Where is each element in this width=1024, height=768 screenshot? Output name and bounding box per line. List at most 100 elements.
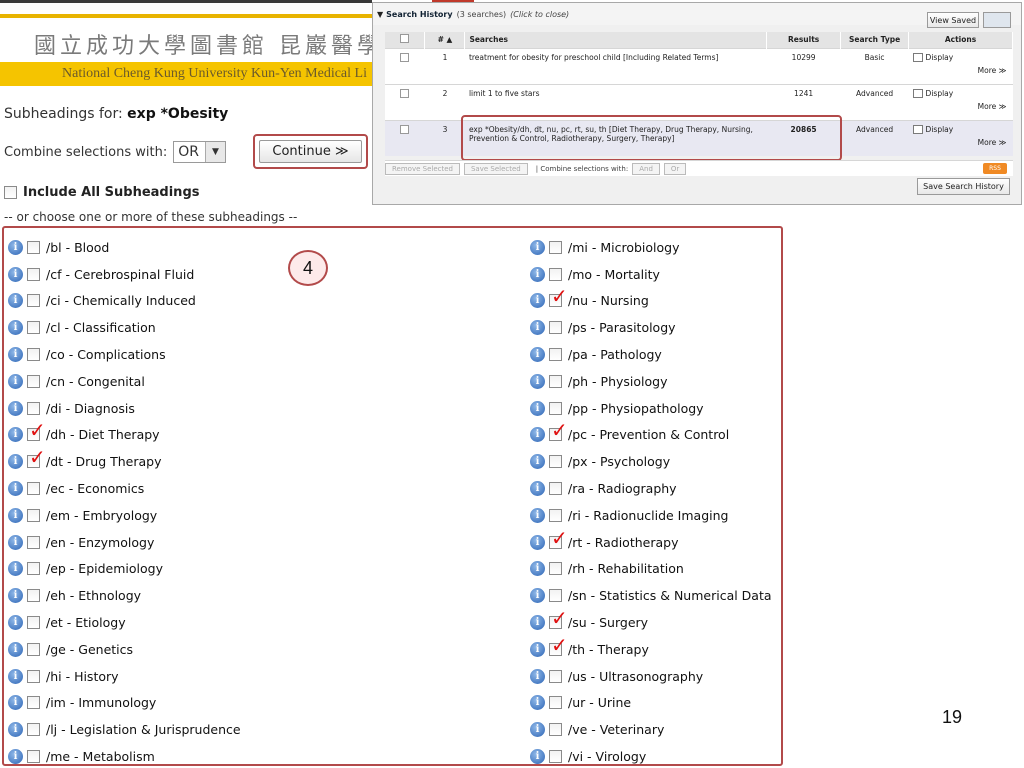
subheading-item[interactable]: i/ec - Economics (8, 475, 241, 502)
subheading-checkbox[interactable] (27, 374, 40, 388)
subheading-item[interactable]: i/bl - Blood (8, 234, 241, 261)
subheading-checkbox[interactable] (27, 267, 40, 281)
info-icon[interactable]: i (530, 400, 545, 416)
info-icon[interactable]: i (530, 507, 545, 523)
subheading-checkbox[interactable] (549, 267, 562, 281)
info-icon[interactable]: i (530, 722, 545, 738)
subheading-checkbox[interactable]: ✓ (549, 528, 568, 549)
subheading-item[interactable]: i/eh - Ethnology (8, 582, 241, 609)
subheading-checkbox[interactable] (27, 750, 40, 764)
info-icon[interactable]: i (530, 293, 545, 309)
subheading-item[interactable]: i ✓/pc - Prevention & Control (530, 420, 772, 449)
subheading-checkbox[interactable]: ✓ (549, 635, 568, 656)
info-icon[interactable]: i (530, 695, 545, 711)
subheading-item[interactable]: i ✓/nu - Nursing (530, 286, 772, 315)
include-all-checkbox[interactable] (4, 186, 17, 199)
subheading-item[interactable]: i ✓/su - Surgery (530, 608, 772, 636)
subheading-checkbox[interactable]: ✓ (549, 608, 568, 630)
subheading-checkbox[interactable] (27, 535, 40, 549)
info-icon[interactable]: i (8, 641, 23, 657)
more-link[interactable]: More ≫ (913, 138, 1009, 147)
remove-selected-button[interactable]: Remove Selected (385, 162, 460, 175)
display-link[interactable]: Display (912, 88, 1009, 98)
save-search-history-button[interactable]: Save Search History (917, 178, 1010, 195)
subheading-checkbox[interactable] (549, 562, 562, 576)
subheading-checkbox[interactable] (27, 321, 40, 335)
subheading-item[interactable]: i ✓/rt - Radiotherapy (530, 528, 772, 556)
subheading-checkbox[interactable] (27, 240, 40, 254)
select-all-header[interactable] (385, 32, 426, 48)
subheading-checkbox[interactable]: ✓ (27, 420, 46, 442)
subheading-checkbox[interactable] (27, 508, 40, 522)
info-icon[interactable]: i (8, 454, 23, 470)
subheading-item[interactable]: i/ps - Parasitology (530, 314, 772, 341)
info-icon[interactable]: i (8, 427, 23, 443)
rss-icon[interactable]: RSS (983, 163, 1007, 174)
info-icon[interactable]: i (530, 641, 545, 657)
subheading-item[interactable]: i ✓/th - Therapy (530, 635, 772, 663)
continue-button[interactable]: Continue ≫ (259, 140, 362, 163)
info-icon[interactable]: i (8, 400, 23, 416)
info-icon[interactable]: i (530, 373, 545, 389)
subheading-checkbox[interactable] (27, 669, 40, 683)
info-icon[interactable]: i (8, 534, 23, 550)
combine-and-button[interactable]: And (632, 162, 660, 175)
subheading-item[interactable]: i/cl - Classification (8, 314, 241, 341)
subheading-checkbox[interactable]: ✓ (549, 286, 568, 308)
subheading-checkbox[interactable] (27, 562, 40, 576)
row-checkbox[interactable] (400, 52, 410, 62)
subheading-checkbox[interactable] (549, 240, 562, 254)
row-checkbox[interactable] (400, 124, 410, 134)
combine-operator-select[interactable]: OR ▼ (173, 141, 226, 163)
display-link[interactable]: Display (912, 52, 1009, 62)
chevron-down-icon[interactable]: ▼ (204, 142, 225, 162)
combine-or-button[interactable]: Or (663, 162, 687, 175)
subheading-item[interactable]: i/ra - Radiography (530, 475, 772, 502)
subheading-checkbox[interactable] (549, 455, 562, 469)
info-icon[interactable]: i (530, 427, 545, 443)
subheading-checkbox[interactable] (27, 696, 40, 710)
subheading-checkbox[interactable] (27, 616, 40, 630)
subheading-item[interactable]: i/em - Embryology (8, 502, 241, 529)
info-icon[interactable]: i (8, 347, 23, 363)
subheading-checkbox[interactable] (549, 374, 562, 388)
info-icon[interactable]: i (530, 320, 545, 336)
info-icon[interactable]: i (8, 507, 23, 523)
info-icon[interactable]: i (8, 239, 23, 255)
info-icon[interactable]: i (530, 615, 545, 631)
subheading-item[interactable]: i/co - Complications (8, 341, 241, 368)
info-icon[interactable]: i (530, 347, 545, 363)
subheading-item[interactable]: i/et - Etiology (8, 609, 241, 636)
subheading-item[interactable]: i ✓/dt - Drug Therapy (8, 447, 241, 475)
subheading-item[interactable]: i/ve - Veterinary (530, 716, 772, 743)
row-checkbox[interactable] (400, 88, 410, 98)
info-icon[interactable]: i (530, 588, 545, 604)
subheading-item[interactable]: i/px - Psychology (530, 448, 772, 475)
info-icon[interactable]: i (8, 320, 23, 336)
subheading-checkbox[interactable] (549, 321, 562, 335)
subheading-checkbox[interactable] (549, 669, 562, 683)
subheading-item[interactable]: i/ur - Urine (530, 690, 772, 717)
more-link[interactable]: More ≫ (913, 66, 1009, 75)
info-icon[interactable]: i (8, 722, 23, 738)
subheading-item[interactable]: i/hi - History (8, 663, 241, 690)
subheading-checkbox[interactable] (27, 401, 40, 415)
subheading-checkbox[interactable] (549, 696, 562, 710)
subheading-item[interactable]: i/ci - Chemically Induced (8, 288, 241, 315)
info-icon[interactable]: i (530, 668, 545, 684)
info-icon[interactable]: i (8, 293, 23, 309)
collapse-triangle-icon[interactable]: ▼ (377, 10, 383, 19)
subheading-checkbox[interactable] (549, 401, 562, 415)
info-icon[interactable]: i (530, 534, 545, 550)
save-selected-button[interactable]: Save Selected (463, 162, 528, 175)
number-column-header[interactable]: # ▲ (424, 32, 466, 48)
info-icon[interactable]: i (8, 668, 23, 684)
info-icon[interactable]: i (530, 454, 545, 470)
select-all-checkbox[interactable] (400, 34, 410, 44)
info-icon[interactable]: i (8, 373, 23, 389)
subheading-checkbox[interactable]: ✓ (549, 420, 568, 442)
subheading-checkbox[interactable] (27, 642, 40, 656)
view-saved-button[interactable]: View Saved (927, 12, 979, 28)
info-icon[interactable]: i (8, 695, 23, 711)
subheading-checkbox[interactable] (549, 508, 562, 522)
